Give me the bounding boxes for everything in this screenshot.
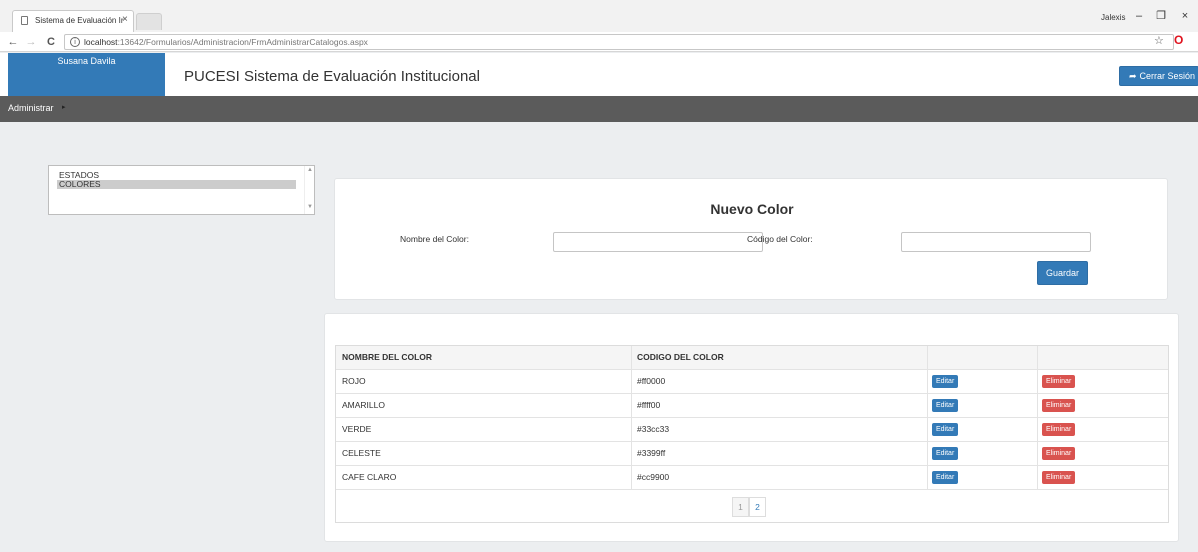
caret-right-icon: ▸ [62, 104, 66, 111]
menubar: Administrar ▸ [0, 96, 1198, 122]
url-text: localhost:13642/Formularios/Administraci… [84, 37, 368, 47]
document-icon [21, 16, 28, 25]
color-code-input[interactable] [901, 232, 1091, 252]
table-header-row: NOMBRE DEL COLOR CODIGO DEL COLOR [336, 346, 1168, 370]
color-name-cell: CAFE CLARO [342, 472, 397, 482]
scroll-up-icon[interactable]: ▲ [307, 167, 313, 173]
delete-button[interactable]: Eliminar [1042, 375, 1076, 388]
colors-table-panel: NOMBRE DEL COLOR CODIGO DEL COLOR ROJO #… [324, 313, 1179, 542]
tab-close-icon[interactable]: × [122, 14, 128, 25]
column-divider [927, 346, 928, 369]
listbox-scrollbar[interactable]: ▲ ▼ [304, 166, 314, 214]
table-row: VERDE #33cc33 Editar Eliminar [336, 418, 1168, 442]
new-color-panel: Nuevo Color Nombre del Color: Código del… [334, 178, 1168, 300]
delete-button[interactable]: Eliminar [1042, 447, 1076, 460]
color-code-cell: #33cc33 [637, 424, 670, 434]
minimize-button[interactable]: – [1130, 8, 1148, 24]
tab-title: Sistema de Evaluación Ir [35, 16, 124, 25]
column-divider [927, 466, 928, 489]
form-title: Nuevo Color [710, 201, 794, 217]
user-panel: Susana Davila [8, 53, 165, 96]
table-row: CAFE CLARO #cc9900 Editar Eliminar [336, 466, 1168, 490]
reload-icon[interactable]: C [44, 34, 58, 50]
logout-button[interactable]: ➦ Cerrar Sesión [1119, 66, 1198, 86]
column-divider [1037, 394, 1038, 417]
color-name-label: Nombre del Color: [400, 234, 469, 244]
edit-button[interactable]: Editar [932, 399, 959, 412]
column-divider [1037, 418, 1038, 441]
delete-button[interactable]: Eliminar [1042, 399, 1076, 412]
url-path: :13642/Formularios/Administracion/FrmAdm… [117, 37, 368, 47]
color-code-cell: #cc9900 [637, 472, 670, 482]
back-arrow-icon[interactable]: ← [6, 34, 20, 50]
delete-button[interactable]: Eliminar [1042, 423, 1076, 436]
colors-table: NOMBRE DEL COLOR CODIGO DEL COLOR ROJO #… [335, 345, 1169, 523]
column-divider [927, 418, 928, 441]
close-window-button[interactable]: × [1176, 8, 1194, 24]
column-divider [1037, 466, 1038, 489]
logout-label: Cerrar Sesión [1139, 71, 1196, 81]
sign-out-icon: ➦ [1129, 71, 1137, 81]
page-link-1[interactable]: 1 [732, 497, 749, 517]
column-divider [1037, 370, 1038, 393]
color-name-cell: VERDE [342, 424, 372, 434]
column-divider [927, 394, 928, 417]
app-title: PUCESI Sistema de Evaluación Institucion… [184, 68, 480, 85]
catalog-listbox[interactable]: ESTADOS COLORES ▲ ▼ [48, 165, 315, 215]
color-code-cell: #ff0000 [637, 376, 666, 386]
edit-button[interactable]: Editar [932, 447, 959, 460]
save-button[interactable]: Guardar [1037, 261, 1088, 285]
color-code-label: Código del Color: [747, 234, 813, 244]
color-name-cell: AMARILLO [342, 400, 385, 410]
table-row: CELESTE #3399ff Editar Eliminar [336, 442, 1168, 466]
browser-tabstrip: Sistema de Evaluación Ir × Jalexis – ❐ × [0, 0, 1198, 32]
color-name-cell: ROJO [342, 376, 366, 386]
column-divider [1037, 442, 1038, 465]
browser-tab[interactable]: Sistema de Evaluación Ir × [12, 10, 134, 32]
scroll-down-icon[interactable]: ▼ [307, 204, 313, 210]
edit-button[interactable]: Editar [932, 375, 959, 388]
catalog-option-colores[interactable]: COLORES [57, 180, 296, 189]
menu-item-administrar[interactable]: Administrar [8, 103, 54, 113]
window-user-name: Jalexis [1101, 13, 1126, 22]
color-code-cell: #ffff00 [637, 400, 661, 410]
color-name-cell: CELESTE [342, 448, 381, 458]
column-header-name: NOMBRE DEL COLOR [342, 352, 433, 362]
address-bar: ← → C i localhost:13642/Formularios/Admi… [0, 32, 1198, 52]
url-field[interactable]: i localhost:13642/Formularios/Administra… [64, 34, 1174, 50]
page-link-2[interactable]: 2 [749, 497, 766, 517]
forward-arrow-icon[interactable]: → [24, 34, 38, 50]
url-host: localhost [84, 37, 118, 47]
table-row: ROJO #ff0000 Editar Eliminar [336, 370, 1168, 394]
bookmark-star-icon[interactable]: ☆ [1154, 34, 1164, 47]
color-code-cell: #3399ff [637, 448, 666, 458]
column-divider [927, 442, 928, 465]
edit-button[interactable]: Editar [932, 423, 959, 436]
app-header [0, 53, 1198, 96]
info-icon[interactable]: i [70, 37, 80, 47]
delete-button[interactable]: Eliminar [1042, 471, 1076, 484]
column-divider [1037, 346, 1038, 369]
column-divider [927, 370, 928, 393]
new-tab-button[interactable] [136, 13, 162, 30]
table-row: AMARILLO #ffff00 Editar Eliminar [336, 394, 1168, 418]
color-name-input[interactable] [553, 232, 763, 252]
column-header-code: CODIGO DEL COLOR [637, 352, 724, 362]
edit-button[interactable]: Editar [932, 471, 959, 484]
user-name: Susana Davila [57, 56, 116, 66]
restore-button[interactable]: ❐ [1152, 8, 1170, 24]
opera-icon[interactable]: O [1174, 33, 1183, 47]
